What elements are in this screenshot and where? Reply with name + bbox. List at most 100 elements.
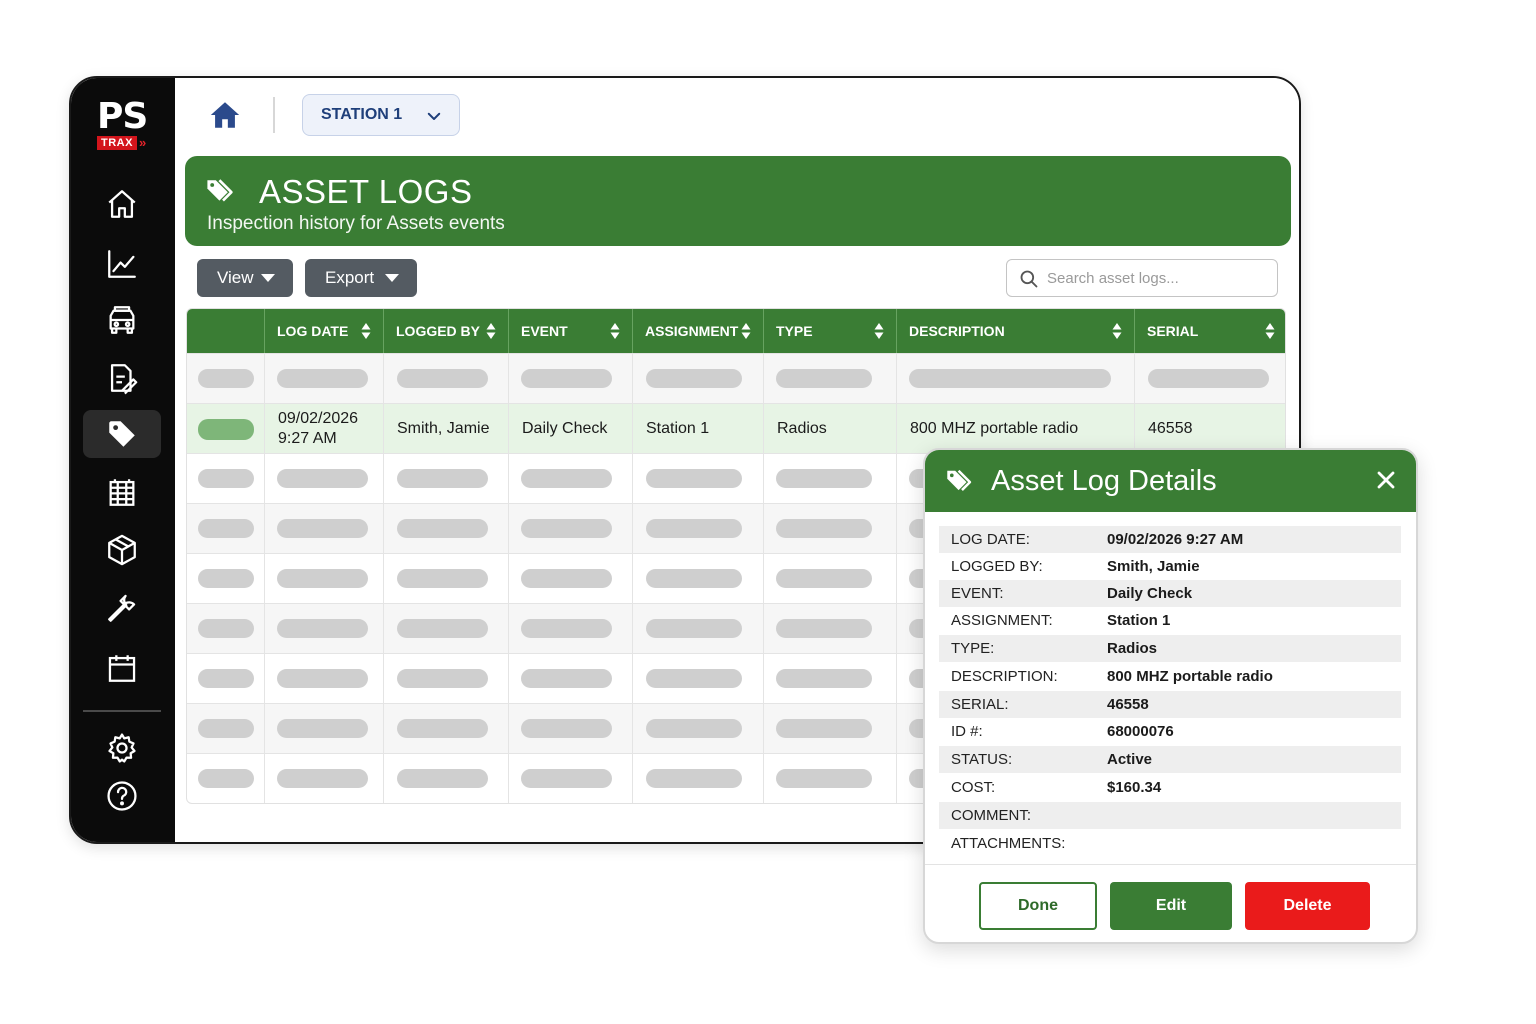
delete-button[interactable]: Delete [1245, 882, 1370, 930]
top-separator [273, 97, 275, 133]
cell-description: 800 MHZ portable radio [910, 420, 1079, 437]
header-log-date[interactable]: LOG DATE [264, 309, 383, 353]
building-icon [109, 479, 135, 506]
sidebar-item-help[interactable] [83, 772, 161, 820]
tag-icon [109, 421, 135, 447]
skeleton-placeholder [521, 569, 612, 588]
cell-log-date: 09/02/2026 9:27 AM [278, 410, 359, 447]
detail-row-id: ID #: 68000076 [951, 723, 1174, 740]
skeleton-placeholder [776, 669, 872, 688]
modal-footer-divider [925, 864, 1416, 865]
table-row-selected[interactable]: 09/02/2026 9:27 AM Smith, Jamie Daily Che… [187, 403, 1285, 454]
package-icon [108, 534, 136, 566]
skeleton-placeholder [521, 369, 612, 388]
detail-row-serial: SERIAL: 46558 [939, 691, 1401, 718]
skeleton-placeholder [776, 469, 872, 488]
sidebar: PS TRAX » [71, 78, 175, 842]
header-serial[interactable]: SERIAL [1134, 309, 1285, 353]
asset-log-details-modal: Asset Log Details LOG DATE: 09/02/2026 9:… [923, 448, 1418, 944]
header-description[interactable]: DESCRIPTION [896, 309, 1134, 353]
skeleton-placeholder [397, 469, 488, 488]
skeleton-placeholder [397, 669, 488, 688]
cell-serial: 46558 [1148, 420, 1193, 437]
logo-text: PS [97, 96, 148, 137]
view-button[interactable]: View [197, 259, 293, 297]
sidebar-item-forms[interactable] [83, 354, 161, 402]
header-logged-by[interactable]: LOGGED BY [383, 309, 508, 353]
skeleton-placeholder [277, 369, 368, 388]
skeleton-placeholder [776, 569, 872, 588]
home-icon[interactable] [208, 98, 242, 132]
table-row[interactable] [187, 353, 1285, 404]
wrench-icon [108, 594, 136, 622]
skeleton-placeholder [198, 519, 254, 538]
skeleton-placeholder [277, 769, 368, 788]
export-button[interactable]: Export [305, 259, 417, 297]
detail-row-event: EVENT: Daily Check [939, 580, 1401, 607]
detail-row-status: STATUS: Active [939, 746, 1401, 773]
row-selected-indicator [198, 419, 254, 440]
done-button[interactable]: Done [979, 882, 1097, 930]
sidebar-item-maintenance[interactable] [83, 584, 161, 632]
skeleton-placeholder [397, 619, 488, 638]
header-select [187, 309, 264, 353]
edit-button[interactable]: Edit [1110, 882, 1232, 930]
search-icon [1020, 270, 1038, 288]
sidebar-item-assets[interactable] [83, 410, 161, 458]
skeleton-placeholder [397, 719, 488, 738]
skeleton-placeholder [646, 719, 742, 738]
skeleton-placeholder [646, 669, 742, 688]
cell-logged-by: Smith, Jamie [397, 420, 490, 437]
sort-icon [874, 323, 884, 339]
caret-down-icon [385, 274, 399, 282]
search-box[interactable] [1006, 259, 1278, 297]
sidebar-item-home[interactable] [83, 180, 161, 228]
detail-row-type: TYPE: Radios [939, 635, 1401, 662]
close-icon[interactable] [1376, 470, 1396, 490]
sidebar-item-settings[interactable] [83, 724, 161, 772]
sort-icon [1265, 323, 1275, 339]
skeleton-placeholder [198, 669, 254, 688]
skeleton-placeholder [198, 769, 254, 788]
forms-icon [110, 364, 138, 395]
pstrax-logo[interactable]: PS TRAX » [95, 98, 155, 156]
table-header: LOG DATE LOGGED BY EVENT ASSIGNMENT TYPE… [187, 309, 1285, 353]
skeleton-placeholder [198, 569, 254, 588]
cell-assignment: Station 1 [646, 420, 710, 437]
skeleton-placeholder [521, 619, 612, 638]
search-input[interactable] [1047, 260, 1267, 296]
station-select-label: STATION 1 [321, 106, 403, 123]
sort-icon [1112, 323, 1122, 339]
skeleton-placeholder [646, 769, 742, 788]
header-assignment[interactable]: ASSIGNMENT [632, 309, 763, 353]
sidebar-item-inventory[interactable] [83, 526, 161, 574]
skeleton-placeholder [277, 719, 368, 738]
sidebar-item-facilities[interactable] [83, 468, 161, 516]
skeleton-placeholder [776, 519, 872, 538]
sidebar-divider [83, 710, 161, 712]
skeleton-placeholder [198, 719, 254, 738]
header-event[interactable]: EVENT [508, 309, 632, 353]
skeleton-placeholder [198, 619, 254, 638]
sidebar-item-vehicles[interactable] [83, 296, 161, 344]
calendar-icon [108, 655, 136, 682]
skeleton-placeholder [776, 369, 872, 388]
skeleton-placeholder [277, 619, 368, 638]
skeleton-placeholder [646, 619, 742, 638]
station-select[interactable]: STATION 1 [302, 94, 460, 136]
skeleton-placeholder [646, 569, 742, 588]
cell-event: Daily Check [522, 420, 608, 437]
chart-icon [108, 250, 136, 278]
detail-row-logged-by: LOGGED BY: Smith, Jamie [951, 558, 1200, 575]
skeleton-placeholder [776, 769, 872, 788]
skeleton-placeholder [521, 719, 612, 738]
sidebar-item-reports[interactable] [83, 240, 161, 288]
detail-row-comment: COMMENT: [939, 802, 1401, 829]
chevron-down-icon [427, 112, 441, 120]
sidebar-item-calendar[interactable] [83, 644, 161, 692]
skeleton-placeholder [397, 569, 488, 588]
header-type[interactable]: TYPE [763, 309, 896, 353]
sort-icon [486, 323, 496, 339]
skeleton-placeholder [397, 519, 488, 538]
page-title: ASSET LOGS [259, 173, 473, 210]
